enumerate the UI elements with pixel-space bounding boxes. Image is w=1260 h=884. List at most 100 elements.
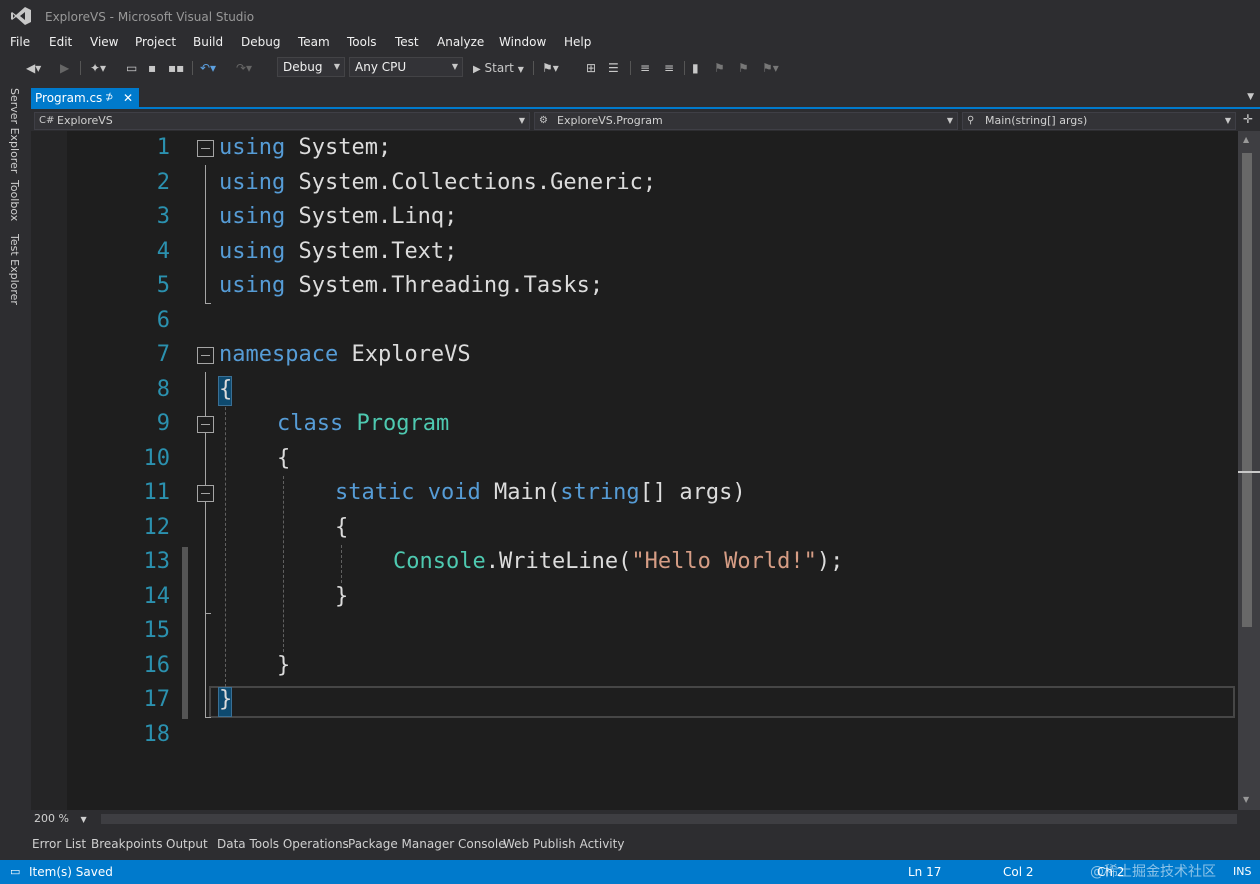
menu-help[interactable]: Help <box>564 35 591 49</box>
code-line: 13 Console.WriteLine("Hello World!"); <box>31 545 1238 579</box>
menu-file[interactable]: File <box>10 35 30 49</box>
chevron-down-icon: ▼ <box>518 116 525 125</box>
solution-configuration-dropdown[interactable]: Debug ▼ <box>277 57 345 77</box>
code-text: { <box>335 514 349 540</box>
code-line: 2 using System.Collections.Generic; <box>31 166 1238 200</box>
line-number: 6 <box>156 307 170 333</box>
line-number: 8 <box>156 376 170 402</box>
tab-data-tools-operations[interactable]: Data Tools Operations <box>217 837 349 851</box>
toolbar-separator <box>630 61 631 75</box>
menu-tools[interactable]: Tools <box>347 35 377 49</box>
code-line: 8 { <box>31 373 1238 407</box>
side-tab-server-explorer[interactable]: Server Explorer <box>8 88 21 173</box>
chevron-down-icon: ▼ <box>946 116 953 125</box>
menu-test[interactable]: Test <box>395 35 419 49</box>
toolbar-separator <box>533 61 534 75</box>
title-bar: ExploreVS - Microsoft Visual Studio <box>0 0 1260 32</box>
bookmark-icon[interactable]: ▮ <box>692 59 699 77</box>
side-tab-toolbox[interactable]: Toolbox <box>8 180 21 221</box>
tab-overflow-chevron-icon[interactable]: ▼ <box>1247 92 1254 102</box>
code-editor[interactable]: 1 using System; 2 using System.Collectio… <box>31 131 1238 810</box>
code-line: 17 } <box>31 683 1238 717</box>
code-text: using System; <box>219 135 392 160</box>
redo-icon[interactable]: ↷▾ <box>236 59 252 77</box>
save-icon[interactable]: ▪ <box>148 59 156 77</box>
close-icon[interactable]: ✕ <box>123 88 133 108</box>
undo-icon[interactable]: ↶▾ <box>200 59 216 77</box>
vertical-scrollbar[interactable]: ▲ ▼ <box>1238 131 1260 810</box>
menu-analyze[interactable]: Analyze <box>437 35 484 49</box>
project-value: ExploreVS <box>57 114 113 127</box>
zoom-dropdown[interactable]: 200 % ▼ <box>34 811 87 827</box>
clear-bookmarks-icon[interactable]: ⚑▾ <box>762 59 779 77</box>
project-dropdown[interactable]: C# ExploreVS ▼ <box>34 112 530 130</box>
line-number: 9 <box>156 411 170 436</box>
save-all-icon[interactable]: ▪▪ <box>168 59 184 77</box>
menu-view[interactable]: View <box>90 35 118 49</box>
menu-build[interactable]: Build <box>193 35 223 49</box>
scroll-up-icon[interactable]: ▲ <box>1243 135 1249 144</box>
split-window-icon[interactable]: ✛ <box>1243 112 1253 126</box>
tab-breakpoints[interactable]: Breakpoints <box>91 837 162 851</box>
comment-icon[interactable]: ≡ <box>640 59 650 77</box>
start-button[interactable]: ▶ Start ▼ <box>473 59 524 77</box>
prev-bookmark-icon[interactable]: ⚑ <box>714 59 725 77</box>
scrollbar-thumb[interactable] <box>1242 153 1252 627</box>
line-number: 4 <box>156 238 170 264</box>
solution-platform-dropdown[interactable]: Any CPU ▼ <box>349 57 463 77</box>
code-line: 9 class Program <box>31 407 1238 441</box>
status-line: Ln 17 <box>908 865 942 879</box>
member-value: Main(string[] args) <box>985 114 1088 127</box>
uncomment-icon[interactable]: ≡ <box>664 59 674 77</box>
open-file-icon[interactable]: ▭ <box>126 59 137 77</box>
code-line: 11 static void Main(string[] args) <box>31 476 1238 510</box>
type-dropdown[interactable]: ⚙ ExploreVS.Program ▼ <box>534 112 958 130</box>
menu-window[interactable]: Window <box>499 35 546 49</box>
code-text: using System.Threading.Tasks; <box>219 273 604 298</box>
zoom-value: 200 % <box>34 812 69 825</box>
navigate-forward-icon[interactable]: ▶ <box>60 59 69 77</box>
platform-value: Any CPU <box>355 60 407 74</box>
menu-team[interactable]: Team <box>298 35 330 49</box>
chevron-down-icon: ▼ <box>1224 116 1231 125</box>
line-number: 11 <box>143 480 171 505</box>
visual-studio-logo-icon <box>11 7 31 25</box>
line-number: 3 <box>156 204 170 229</box>
menu-debug[interactable]: Debug <box>241 35 280 49</box>
scroll-down-icon[interactable]: ▼ <box>1243 795 1249 804</box>
status-insert-mode: INS <box>1233 865 1252 878</box>
bottom-tool-tabs: Error List Breakpoints Output Data Tools… <box>31 832 1260 858</box>
navigate-back-icon[interactable]: ◀▾ <box>26 59 41 77</box>
properties-icon[interactable]: ☰ <box>608 59 619 77</box>
menu-project[interactable]: Project <box>135 35 176 49</box>
caret-position-marker <box>1238 471 1260 473</box>
tab-package-manager-console[interactable]: Package Manager Console <box>348 837 506 851</box>
watermark: @稀土掘金技术社区 <box>1090 864 1216 880</box>
new-project-icon[interactable]: ✦▾ <box>90 59 106 77</box>
browser-link-icon[interactable]: ⚑▾ <box>542 59 559 77</box>
side-tool-tabs: Server Explorer Toolbox Test Explorer <box>0 86 30 830</box>
line-number: 7 <box>156 342 170 367</box>
next-bookmark-icon[interactable]: ⚑ <box>738 59 749 77</box>
class-icon: ⚙ <box>539 115 548 126</box>
document-tab-strip: Program.cs ⊅ ✕ ▼ <box>31 88 1260 109</box>
code-text: } <box>277 652 291 678</box>
start-label: Start <box>484 61 514 75</box>
code-line: 7 namespace ExploreVS <box>31 338 1238 372</box>
horizontal-scrollbar[interactable] <box>101 814 1237 824</box>
tab-error-list[interactable]: Error List <box>32 837 86 851</box>
tab-program-cs[interactable]: Program.cs ⊅ ✕ <box>31 88 139 109</box>
code-line: 15 <box>31 614 1238 648</box>
status-bar: ▭ Item(s) Saved Ln 17 Col 2 Ch 2 INS @稀土… <box>0 860 1260 884</box>
line-number: 16 <box>143 652 171 678</box>
solution-explorer-icon[interactable]: ⊞ <box>586 59 596 77</box>
pin-icon[interactable]: ⊅ <box>105 88 113 108</box>
tab-web-publish-activity[interactable]: Web Publish Activity <box>503 837 624 851</box>
code-text: Console.WriteLine("Hello World!"); <box>393 549 844 574</box>
member-dropdown[interactable]: ⚲ Main(string[] args) ▼ <box>962 112 1236 130</box>
tab-output[interactable]: Output <box>166 837 208 851</box>
code-text: using System.Collections.Generic; <box>219 169 657 195</box>
code-line: 3 using System.Linq; <box>31 200 1238 234</box>
side-tab-test-explorer[interactable]: Test Explorer <box>8 234 21 305</box>
menu-edit[interactable]: Edit <box>49 35 72 49</box>
